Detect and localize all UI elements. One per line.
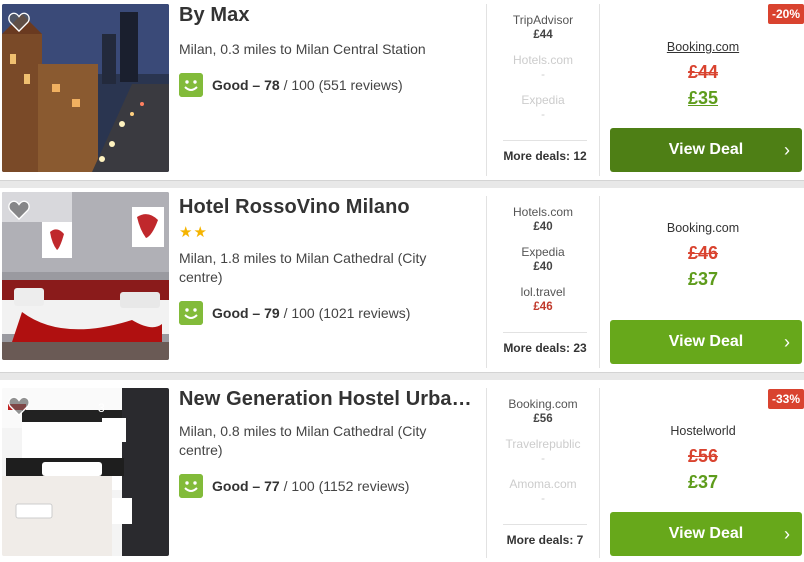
alt-deal: Hotels.com -	[487, 44, 599, 84]
discount-badge: -33%	[767, 389, 804, 409]
alt-provider: Expedia	[521, 245, 565, 259]
alt-provider: TripAdvisor	[512, 13, 574, 27]
heart-icon[interactable]	[8, 12, 30, 32]
view-deal-button[interactable]: View Deal ›	[610, 512, 802, 556]
rating-label: Good – 79	[212, 305, 280, 321]
view-deal-button[interactable]: View Deal ›	[610, 128, 802, 172]
old-price: £56	[687, 446, 719, 466]
alt-price: -	[541, 109, 545, 121]
hotel-name[interactable]: By Max	[179, 4, 479, 27]
alt-price: -	[541, 453, 545, 465]
hotel-location: Milan, 0.3 miles to Milan Central Statio…	[179, 41, 426, 57]
card-divider	[0, 372, 804, 380]
hotel-location: Milan, 1.8 miles to Milan Cathedral (Cit…	[179, 250, 427, 285]
card-divider	[0, 180, 804, 188]
alt-provider: Hotels.com	[512, 205, 574, 219]
alt-price: £56	[533, 413, 553, 425]
alt-deal[interactable]: Hotels.com £40	[487, 196, 599, 236]
view-deal-label: View Deal	[668, 525, 744, 542]
chevron-right-icon: ›	[784, 332, 790, 352]
alt-price: £40	[533, 221, 553, 233]
hotel-card-3: 3 New Generation Hostel Urban... Milan, …	[0, 380, 804, 562]
hotel-card-1: By Max Milan, 0.3 miles to Milan Central…	[0, 0, 804, 180]
discount-badge: -20%	[767, 4, 804, 24]
alternative-deals: Hotels.com £40 Expedia £40 lol.travel £4…	[486, 196, 600, 368]
hotel-rating: Good – 77 / 100 (1152 reviews)	[179, 474, 479, 498]
alternative-deals: Booking.com £56 Travelrepublic - Amoma.c…	[486, 388, 600, 558]
deal-provider[interactable]: Booking.com	[602, 40, 804, 54]
smiley-icon	[179, 73, 203, 97]
hotel-info: Hotel RossoVino Milano ★★ Milan, 1.8 mil…	[179, 196, 479, 325]
hotel-location: Milan, 0.8 miles to Milan Cathedral (Cit…	[179, 423, 427, 458]
best-deal: -20% Booking.com £44 £35 View Deal ›	[602, 0, 804, 180]
star-icon: ★★	[179, 224, 208, 241]
hotel-photo[interactable]	[2, 192, 169, 360]
hotel-info: By Max Milan, 0.3 miles to Milan Central…	[179, 4, 479, 97]
hotel-name[interactable]: Hotel RossoVino Milano	[179, 196, 479, 219]
rating-label: Good – 77	[212, 478, 280, 494]
alt-price: -	[541, 493, 545, 505]
alt-deal[interactable]: TripAdvisor £44	[487, 4, 599, 44]
alt-deal[interactable]: Expedia £40	[487, 236, 599, 276]
alt-price: £46	[533, 301, 553, 313]
chevron-right-icon: ›	[784, 140, 790, 160]
alt-deal[interactable]: lol.travel £46	[487, 276, 599, 316]
smiley-icon	[179, 474, 203, 498]
hotel-info: New Generation Hostel Urban... Milan, 0.…	[179, 388, 479, 498]
rating-reviews: / 100 (1152 reviews)	[279, 478, 410, 494]
hotel-photo[interactable]	[2, 4, 169, 172]
rating-reviews: / 100 (551 reviews)	[279, 77, 403, 93]
hotel-rating: Good – 78 / 100 (551 reviews)	[179, 73, 479, 97]
best-deal: Booking.com £46 £37 View Deal ›	[602, 188, 804, 372]
rating-reviews: / 100 (1021 reviews)	[279, 305, 411, 321]
old-price: £44	[687, 62, 719, 82]
heart-icon[interactable]	[8, 200, 30, 220]
view-deal-label: View Deal	[668, 333, 744, 350]
alt-price: £40	[533, 261, 553, 273]
deal-provider[interactable]: Booking.com	[602, 221, 804, 235]
more-deals-link[interactable]: More deals: 23	[503, 332, 587, 355]
alt-deal: Travelrepublic -	[487, 428, 599, 468]
deal-price[interactable]: £35	[602, 88, 804, 109]
best-deal: -33% Hostelworld £56 £37 View Deal ›	[602, 380, 804, 562]
alt-provider: Travelrepublic	[505, 437, 581, 451]
old-price: £46	[687, 243, 719, 263]
alt-price: -	[541, 69, 545, 81]
alt-provider: Hotels.com	[512, 53, 574, 67]
more-deals-link[interactable]: More deals: 7	[503, 524, 587, 547]
smiley-icon	[179, 301, 203, 325]
view-deal-button[interactable]: View Deal ›	[610, 320, 802, 364]
chevron-right-icon: ›	[784, 524, 790, 544]
hotel-card-2: Hotel RossoVino Milano ★★ Milan, 1.8 mil…	[0, 188, 804, 372]
alternative-deals: TripAdvisor £44 Hotels.com - Expedia - M…	[486, 4, 600, 176]
alt-provider: Amoma.com	[509, 477, 577, 491]
deal-price[interactable]: £37	[602, 472, 804, 493]
alt-price: £44	[533, 29, 553, 41]
hotel-rating: Good – 79 / 100 (1021 reviews)	[179, 301, 479, 325]
alt-deal: Amoma.com -	[487, 468, 599, 508]
deal-provider[interactable]: Hostelworld	[602, 424, 804, 438]
alt-provider: lol.travel	[520, 285, 566, 299]
deal-price[interactable]: £37	[602, 269, 804, 290]
heart-icon[interactable]	[8, 396, 30, 416]
alt-deal[interactable]: Booking.com £56	[487, 388, 599, 428]
view-deal-label: View Deal	[668, 141, 744, 158]
rating-label: Good – 78	[212, 77, 280, 93]
hotel-photo[interactable]: 3	[2, 388, 169, 556]
alt-deal: Expedia -	[487, 84, 599, 124]
alt-provider: Expedia	[521, 93, 565, 107]
more-deals-link[interactable]: More deals: 12	[503, 140, 587, 163]
hotel-name[interactable]: New Generation Hostel Urban...	[179, 388, 479, 411]
svg-text:3: 3	[98, 401, 105, 415]
alt-provider: Booking.com	[508, 397, 578, 411]
